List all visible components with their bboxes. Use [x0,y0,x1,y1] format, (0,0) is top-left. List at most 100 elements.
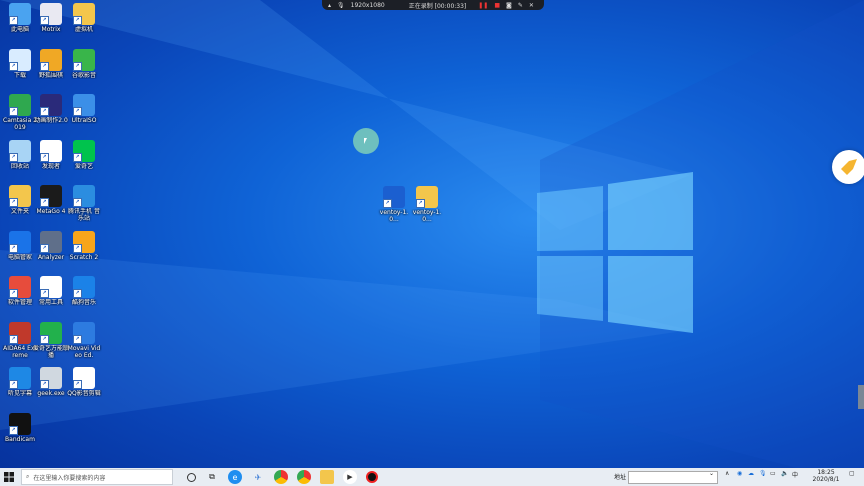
desktop-icon[interactable]: ↗ 爱奇艺 [66,139,102,170]
input-method-tray[interactable]: 中 [792,470,798,479]
desktop-icon[interactable]: ↗ UltraISO [66,94,102,124]
shortcut-arrow-icon: ↗ [9,16,18,25]
desktop-icon[interactable]: ↗ 动画制作2.0 [33,94,69,124]
desktop-icon-label: 虚拟机 [74,26,93,33]
recorder-status: 正在录制 [00:00:33] [408,2,467,10]
shortcut-arrow-icon: ↗ [9,289,18,298]
side-handle[interactable] [858,385,864,409]
shortcut-arrow-icon: ↗ [9,380,18,389]
address-toolbar-input[interactable] [628,471,718,484]
desktop-icon[interactable]: ↗ 酷狗音乐 [66,276,102,306]
recycle-bin-icon: ↗ [9,139,31,162]
microphone-tray-icon[interactable]: 🎙 [759,470,767,477]
folder-icon: ↗ [416,186,438,208]
shortcut-arrow-icon: ↗ [9,152,18,162]
iqiyi-icon: ↗ [73,139,95,162]
task-view-icon[interactable]: ⧉ [205,470,219,484]
shortcut-arrow-icon: ↗ [40,16,49,25]
zip-icon: ↗ [383,186,405,208]
floating-assistant-button[interactable] [832,150,864,184]
desktop-icon[interactable]: ↗ 谷歌影音 [66,48,102,79]
screen-recorder-bar: ▴ 🎙 1920x1080 正在录制 [00:00:33] ❚❚ ■ ◙ ✎ ✕ [322,0,544,10]
shortcut-arrow-icon: ↗ [9,425,18,435]
camtasia-icon: ↗ [9,94,31,116]
wallpaper-light-rays [0,0,864,486]
shortcut-arrow-icon: ↗ [40,152,49,162]
pen-icon[interactable]: ✎ [518,2,523,9]
shortcut-arrow-icon: ↗ [73,380,82,389]
shortcut-arrow-icon: ↗ [40,334,49,344]
kugou-icon: ↗ [73,276,95,298]
shortcut-arrow-icon: ↗ [40,198,49,207]
desktop-icon[interactable]: ↗ Scratch 2 [66,230,102,261]
shortcut-arrow-icon: ↗ [40,243,49,253]
shortcut-arrow-icon: ↗ [9,107,18,116]
desktop-icon-label: Motrix [41,26,61,33]
desktop-icon-label: 动画制作2.0 [34,117,68,124]
computer-icon: ↗ [9,3,31,25]
cloud-icon: ↗ [73,185,95,207]
desktop-icon-label: 发现者 [41,162,60,170]
shortcut-arrow-icon: ↗ [9,243,18,253]
desktop-icon[interactable]: ↗ Bandicam [2,412,38,443]
chart-icon: ↗ [40,230,62,253]
clock-date: 2020/8/1 [812,476,840,483]
taskbar-search-box[interactable]: ⌕ 在这里输入你要搜索的内容 [21,469,173,485]
address-toolbar-label: 地址 [614,474,627,481]
volume-icon[interactable]: 🔈 [781,470,788,477]
search-placeholder: 在这里输入你要搜索的内容 [33,474,106,482]
chevron-up-icon[interactable]: ▴ [328,2,331,9]
pause-icon[interactable]: ❚❚ [478,2,488,9]
desktop-icon[interactable]: ↗ Analyzer [33,230,69,261]
shortcut-arrow-icon: ↗ [73,61,82,71]
desktop-icon[interactable]: ↗ Motrix [33,3,69,33]
system-clock[interactable]: 18:25 2020/8/1 [806,469,846,483]
desktop-icon[interactable]: ↗ 虚拟机 [66,3,102,33]
desktop-file-icon[interactable]: ↗ ventoy-1.0... [376,186,412,223]
bandicam-taskbar-icon[interactable] [366,471,378,483]
shortcut-arrow-icon: ↗ [383,199,392,208]
shortcut-arrow-icon: ↗ [40,380,49,389]
trash-can-icon: ↗ [40,367,62,389]
ear-icon: ↗ [9,367,31,389]
bird-icon [841,159,857,175]
desktop-icon[interactable]: ↗ 发现者 [33,139,69,170]
address-dropdown-icon[interactable]: ⌄ [709,470,714,477]
stop-icon[interactable]: ■ [494,2,500,9]
taskbar: ⌕ 在这里输入你要搜索的内容 ⧉ e ✈ ▶ [0,468,864,486]
desktop-icon[interactable]: ↗ MetaGo 4 [33,185,69,215]
chrome-beta-icon[interactable] [297,470,311,484]
movie-app-icon[interactable]: ▶ [343,470,357,484]
network-icon[interactable]: ▭ [770,470,776,477]
mic-icon[interactable]: 🎙 [337,2,345,9]
cortana-icon[interactable] [187,472,196,482]
folder-icon: ↗ [9,185,31,207]
windows-icon [4,472,14,482]
chrome-icon[interactable] [274,470,288,484]
shield-icon: ↗ [9,230,31,253]
desktop-icon[interactable]: ↗ QQ影音剪辑 [66,367,102,397]
desktop-icon[interactable]: ↗ geek.exe [33,367,69,397]
app-shortcut-icon[interactable]: ✈ [251,470,265,484]
cloud-tray-icon[interactable]: ☁ [748,470,754,477]
desktop-icon[interactable]: ↗ 野狐围棋 [33,48,69,79]
start-button[interactable] [0,468,18,486]
camera-icon[interactable]: ◙ [506,2,512,9]
file-explorer-icon[interactable] [320,470,334,484]
desktop-icon[interactable]: ↗ 腾讯手机 音乐站 [66,185,102,222]
desktop-icon[interactable]: ↗ 爱奇艺万能联播 [33,321,69,359]
desktop-icon-label: UltraISO [71,117,97,124]
desktop-file-icon[interactable]: ↗ ventoy-1.0... [409,186,445,223]
close-icon[interactable]: ✕ [529,2,534,9]
desktop-icon-label: 酷狗音乐 [71,299,96,306]
desktop-icon[interactable]: ↗ Movavi Video Ed. [66,321,102,359]
security-tray-icon[interactable]: ◉ [737,470,742,477]
shortcut-arrow-icon: ↗ [40,107,49,116]
desktop-icon[interactable]: ↗ 常用工具 [33,276,69,306]
desktop-icon-label: QQ影音剪辑 [67,390,101,397]
notification-center-icon[interactable]: ▢ [849,470,855,477]
google-play-icon: ↗ [73,48,95,71]
shortcut-arrow-icon: ↗ [9,198,18,207]
show-hidden-icons-icon[interactable]: ∧ [725,470,729,477]
edge-icon[interactable]: e [228,470,242,484]
